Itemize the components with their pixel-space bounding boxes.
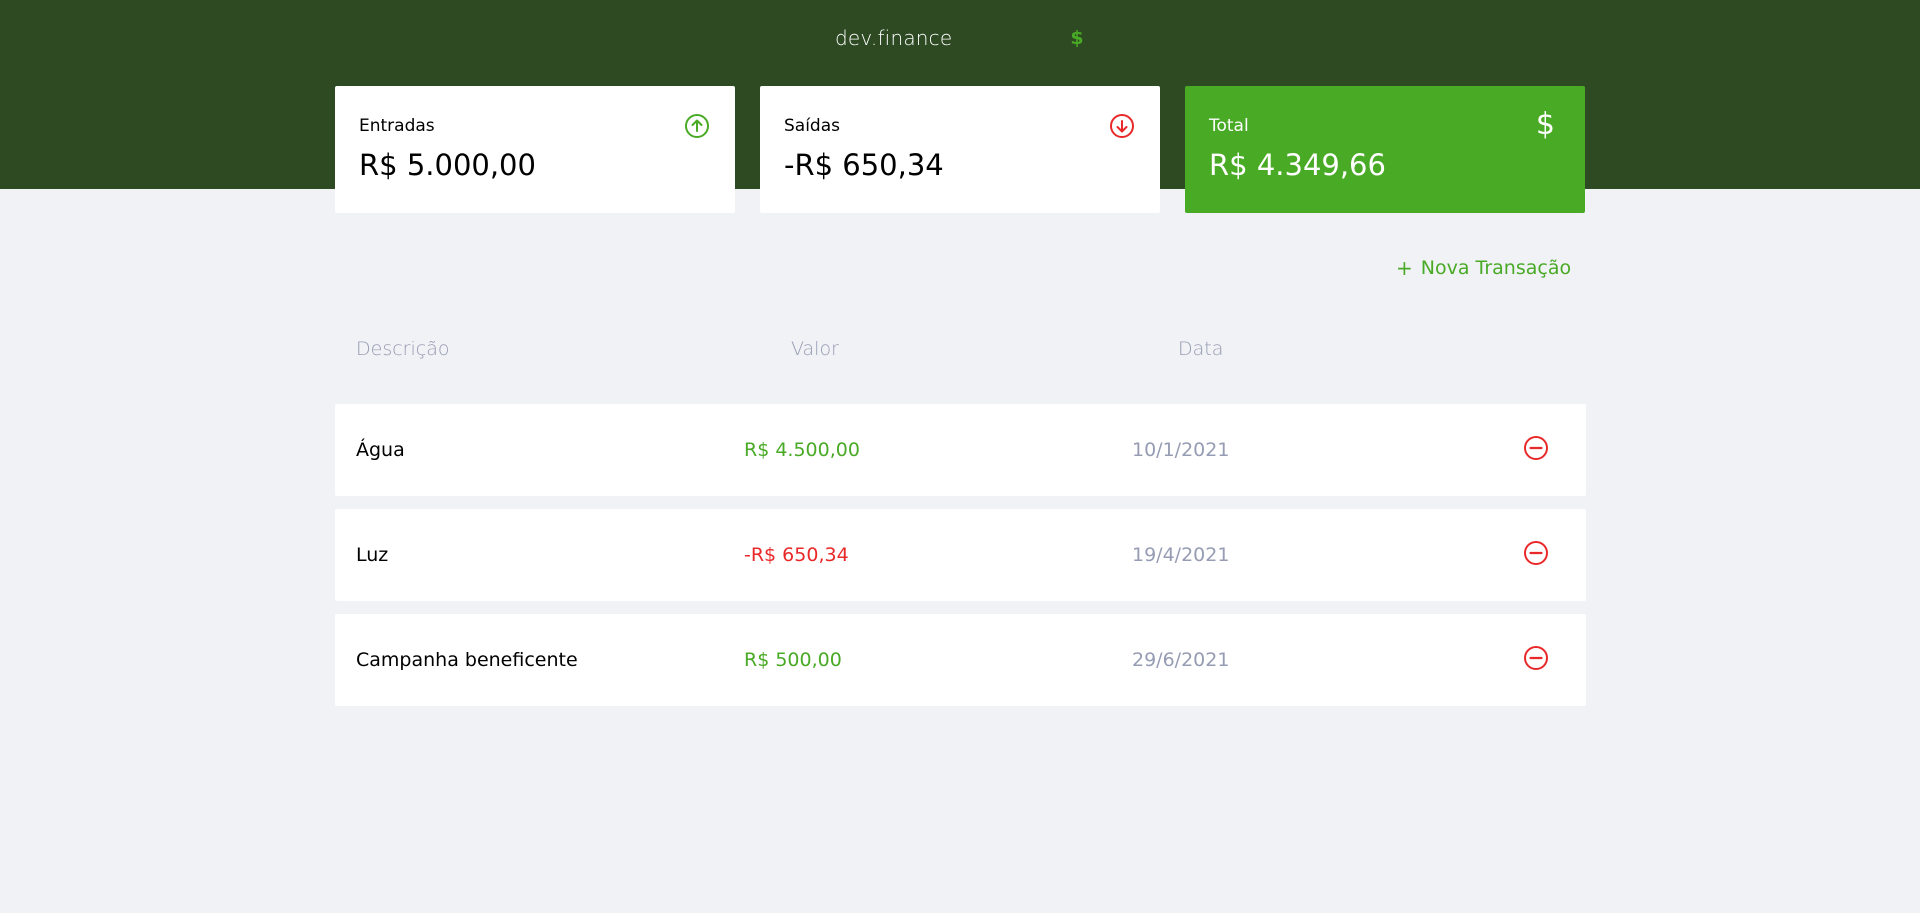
table-row: Luz -R$ 650,34 19/4/2021 (335, 509, 1586, 601)
transactions-table: Descrição Valor Data Água R$ 4.500,00 10… (335, 318, 1586, 719)
new-transaction-button[interactable]: + Nova Transação (1396, 256, 1571, 280)
plus-icon: + (1396, 256, 1413, 280)
transaction-description: Campanha beneficente (356, 649, 578, 671)
arrow-up-circle-icon (683, 112, 711, 140)
transaction-description: Água (356, 439, 405, 461)
dollar-icon: $ (1535, 106, 1555, 142)
transaction-amount: R$ 500,00 (744, 649, 842, 671)
dollar-logo-icon: $ (1070, 27, 1084, 49)
table-header: Descrição Valor Data (335, 318, 1586, 380)
total-card-value: R$ 4.349,66 (1209, 148, 1386, 182)
transaction-amount: R$ 4.500,00 (744, 439, 860, 461)
transaction-amount: -R$ 650,34 (744, 544, 849, 566)
transaction-date: 29/6/2021 (1132, 649, 1230, 671)
arrow-down-circle-icon (1108, 112, 1136, 140)
header-amount: Valor (791, 338, 839, 360)
transaction-date: 19/4/2021 (1132, 544, 1230, 566)
transaction-description: Luz (356, 544, 389, 566)
new-transaction-label: Nova Transação (1420, 257, 1572, 279)
total-card: Total $ R$ 4.349,66 (1185, 86, 1585, 213)
transaction-date: 10/1/2021 (1132, 439, 1230, 461)
total-card-label: Total (1209, 116, 1249, 136)
expense-card-label: Saídas (784, 116, 840, 136)
logo-text: dev.finance (835, 26, 953, 50)
expense-card: Saídas -R$ 650,34 (760, 86, 1160, 213)
table-row: Água R$ 4.500,00 10/1/2021 (335, 404, 1586, 496)
expense-card-value: -R$ 650,34 (784, 148, 944, 182)
income-card-label: Entradas (359, 116, 435, 136)
income-card-value: R$ 5.000,00 (359, 148, 536, 182)
income-card: Entradas R$ 5.000,00 (335, 86, 735, 213)
header-description: Descrição (356, 338, 450, 360)
remove-transaction-icon[interactable] (1522, 644, 1550, 677)
remove-transaction-icon[interactable] (1522, 539, 1550, 572)
header-date: Data (1178, 338, 1224, 360)
table-row: Campanha beneficente R$ 500,00 29/6/2021 (335, 614, 1586, 706)
remove-transaction-icon[interactable] (1522, 434, 1550, 467)
app-logo: dev.finance $ (835, 26, 1084, 50)
